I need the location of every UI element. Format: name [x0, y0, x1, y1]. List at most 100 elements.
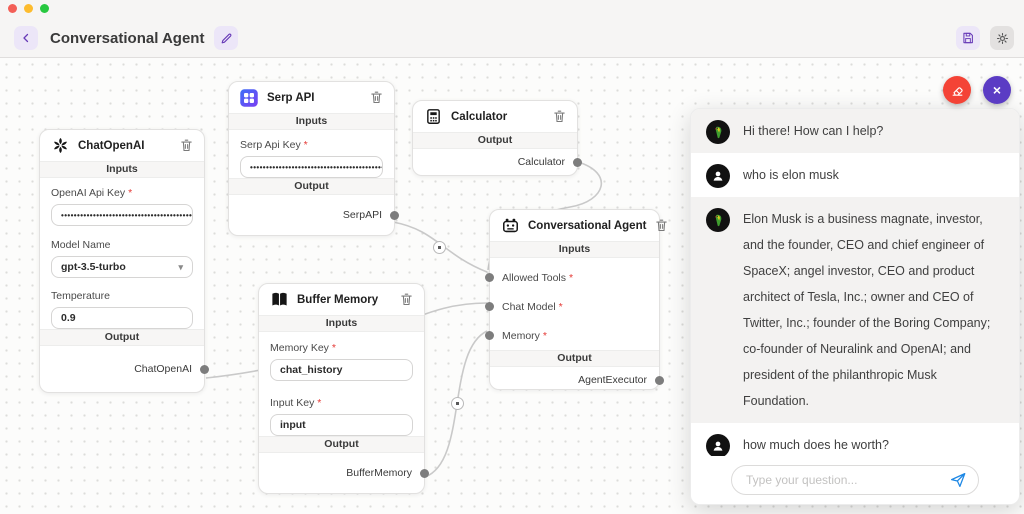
message-text: Hi there! How can I help?	[743, 124, 884, 138]
input-anchor-row: Memory *	[485, 321, 659, 350]
chat-question-input[interactable]	[731, 465, 979, 495]
window-controls	[8, 4, 49, 13]
node-calculator[interactable]: Calculator Output Calculator	[412, 100, 582, 176]
edge-button-serpapi[interactable]	[433, 241, 446, 254]
trash-icon[interactable]	[552, 109, 567, 124]
edge-button-buffermemory[interactable]	[451, 397, 464, 410]
gear-icon	[996, 32, 1008, 44]
user-avatar	[706, 164, 730, 188]
app-window: Conversational Agent ChatOpenAI Inputs O…	[0, 0, 1024, 514]
flow-canvas[interactable]: ChatOpenAI Inputs OpenAI Api Key * •••••…	[0, 58, 1024, 514]
page-title: Conversational Agent	[50, 29, 205, 47]
save-flow-button[interactable]	[956, 26, 980, 50]
clear-chat-button[interactable]	[943, 76, 971, 104]
node-chatopenai[interactable]: ChatOpenAI Inputs OpenAI Api Key * •••••…	[39, 129, 209, 393]
output-band: Output	[229, 178, 394, 195]
openai-icon	[50, 136, 70, 156]
output-anchor-row: SerpAPI	[229, 195, 399, 235]
node-buffermemory[interactable]: Buffer Memory Inputs Memory Key * chat_h…	[258, 283, 429, 494]
output-band: Output	[413, 132, 577, 149]
chat-message-user: who is elon musk	[691, 153, 1019, 197]
window-minimize-icon[interactable]	[24, 4, 33, 13]
input-anchor-dot[interactable]	[485, 302, 494, 311]
node-title: Conversational Agent	[528, 219, 647, 232]
close-chat-button[interactable]: ×	[983, 76, 1011, 104]
serpapi-icon	[239, 88, 259, 108]
node-title: Serp API	[267, 91, 315, 104]
message-text: who is elon musk	[743, 168, 839, 182]
pencil-icon	[221, 33, 232, 43]
bot-avatar	[706, 208, 730, 232]
chat-footer	[691, 456, 1019, 504]
parrot-icon	[714, 126, 721, 138]
serp-api-key-input[interactable]: ••••••••••••••••••••••••••••••••••••••••…	[240, 156, 383, 178]
field-label: Temperature	[51, 290, 110, 302]
node-serpapi[interactable]: Serp API Inputs Serp Api Key * •••••••••…	[228, 81, 399, 236]
message-text: Elon Musk is a business magnate, investo…	[743, 212, 991, 408]
output-anchor-dot[interactable]	[390, 210, 399, 220]
output-anchor-dot[interactable]	[655, 375, 664, 385]
book-icon	[269, 290, 289, 310]
model-name-select[interactable]: gpt-3.5-turbo ▾	[51, 256, 193, 278]
person-icon	[713, 171, 723, 181]
window-close-icon[interactable]	[8, 4, 17, 13]
output-anchor-dot[interactable]	[200, 364, 209, 374]
node-conversational-agent[interactable]: Conversational Agent Inputs Allowed Tool…	[485, 209, 668, 393]
field-label: Model Name	[51, 239, 111, 251]
robot-icon	[500, 216, 520, 236]
back-button[interactable]	[14, 26, 38, 50]
input-anchor-row: Allowed Tools *	[485, 263, 659, 292]
memory-key-input[interactable]: chat_history	[270, 359, 413, 381]
trash-icon[interactable]	[369, 90, 384, 105]
trash-icon[interactable]	[179, 138, 194, 153]
node-title: Calculator	[451, 110, 508, 123]
inputs-band: Inputs	[40, 161, 204, 178]
output-anchor-dot[interactable]	[420, 468, 429, 478]
input-anchor-dot[interactable]	[485, 331, 494, 340]
chevron-down-icon: ▾	[178, 262, 183, 272]
output-band: Output	[259, 436, 424, 453]
chat-message-bot: Hi there! How can I help?	[691, 109, 1019, 153]
calculator-icon	[423, 107, 443, 127]
node-title: Buffer Memory	[297, 293, 379, 306]
close-icon: ×	[992, 82, 1002, 98]
trash-icon[interactable]	[654, 218, 669, 233]
output-anchor-row: BufferMemory	[259, 453, 429, 493]
edit-title-button[interactable]	[214, 26, 239, 50]
inputs-band: Inputs	[229, 113, 394, 130]
output-anchor-dot[interactable]	[573, 157, 582, 167]
top-bar: Conversational Agent	[0, 0, 1024, 58]
user-avatar	[706, 434, 730, 456]
input-anchor-dot[interactable]	[485, 273, 494, 282]
inputs-band: Inputs	[490, 241, 659, 258]
chat-message-list[interactable]: Hi there! How can I help? who is elon mu…	[691, 109, 1019, 456]
chat-message-bot: Elon Musk is a business magnate, investo…	[691, 197, 1019, 423]
person-icon	[713, 441, 723, 451]
eraser-icon	[952, 86, 963, 96]
chat-message-user: how much does he worth?	[691, 423, 1019, 456]
window-zoom-icon[interactable]	[40, 4, 49, 13]
message-text: how much does he worth?	[743, 438, 889, 452]
trash-icon[interactable]	[399, 292, 414, 307]
node-title: ChatOpenAI	[78, 139, 145, 152]
send-icon[interactable]	[949, 471, 967, 489]
field-label: OpenAI Api Key *	[51, 187, 133, 199]
openai-api-key-input[interactable]: ••••••••••••••••••••••••••••••••••••••••…	[51, 204, 193, 226]
output-anchor-row: AgentExecutor	[490, 367, 664, 393]
output-band: Output	[490, 350, 659, 367]
input-key-input[interactable]: input	[270, 414, 413, 436]
field-label: Memory Key *	[270, 342, 336, 354]
chat-panel: Hi there! How can I help? who is elon mu…	[690, 108, 1020, 505]
chevron-left-icon	[23, 33, 29, 43]
input-anchor-row: Chat Model *	[485, 292, 659, 321]
output-anchor-row: Calculator	[413, 149, 582, 175]
inputs-band: Inputs	[259, 315, 424, 332]
temperature-input[interactable]: 0.9	[51, 307, 193, 329]
output-band: Output	[40, 329, 204, 346]
settings-button[interactable]	[990, 26, 1014, 50]
field-label: Serp Api Key *	[240, 139, 308, 151]
output-anchor-row: ChatOpenAI	[40, 346, 209, 392]
parrot-icon	[714, 214, 721, 226]
bot-avatar	[706, 120, 730, 144]
save-icon	[963, 32, 973, 44]
